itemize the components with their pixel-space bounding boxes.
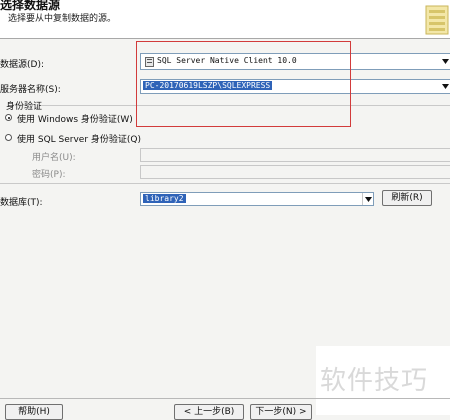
auth-group-label: 身份验证: [6, 102, 43, 112]
windows-auth-radio[interactable]: [5, 114, 12, 121]
refresh-button-label: 刷新(R): [391, 193, 423, 203]
auth-group-divider: [42, 105, 450, 106]
server-name-select[interactable]: PC-20170619LSZP\SQLEXPRESS: [140, 79, 450, 94]
windows-auth-label[interactable]: 使用 Windows 身份验证(W): [17, 112, 133, 125]
refresh-button[interactable]: 刷新(R): [382, 190, 432, 206]
database-divider: [0, 183, 450, 184]
server-name-value: PC-20170619LSZP\SQLEXPRESS: [143, 81, 273, 90]
footer-divider: [0, 398, 450, 399]
database-label: 数据库(T):: [0, 198, 43, 208]
username-input[interactable]: [140, 148, 450, 162]
database-value: library2: [143, 194, 186, 203]
chevron-down-icon: [441, 59, 449, 64]
next-button[interactable]: 下一步(N) >: [250, 404, 312, 420]
page-subtitle: 选择要从中复制数据的源。: [8, 14, 117, 24]
next-button-label: 下一步(N) >: [255, 407, 307, 417]
chevron-down-icon: [364, 196, 372, 202]
watermark-text: 软件技巧: [320, 366, 429, 396]
help-button[interactable]: 帮助(H): [5, 404, 63, 420]
back-button[interactable]: < 上一步(B): [174, 404, 244, 420]
data-source-select[interactable]: SQL Server Native Client 10.0: [140, 53, 450, 70]
username-label: 用户名(U):: [32, 153, 76, 163]
server-icon: [145, 57, 154, 67]
wizard-header: 选择数据源 选择要从中复制数据的源。: [0, 0, 450, 39]
database-wizard-icon: [425, 5, 449, 35]
password-label: 密码(P):: [32, 170, 66, 180]
data-source-label: 数据源(D):: [0, 60, 44, 70]
data-source-dropdown-button[interactable]: [440, 54, 450, 69]
data-source-value: SQL Server Native Client 10.0: [157, 56, 297, 65]
database-dropdown-button[interactable]: [362, 193, 373, 205]
sql-auth-label[interactable]: 使用 SQL Server 身份验证(Q): [17, 132, 141, 145]
back-button-label: < 上一步(B): [183, 407, 235, 417]
password-input[interactable]: [140, 165, 450, 179]
sql-auth-radio[interactable]: [5, 134, 12, 141]
database-select[interactable]: library2: [140, 192, 374, 206]
chevron-down-icon: [441, 84, 449, 89]
server-name-label: 服务器名称(S):: [0, 85, 61, 95]
help-button-label: 帮助(H): [18, 407, 50, 417]
server-name-dropdown-button[interactable]: [440, 80, 450, 93]
